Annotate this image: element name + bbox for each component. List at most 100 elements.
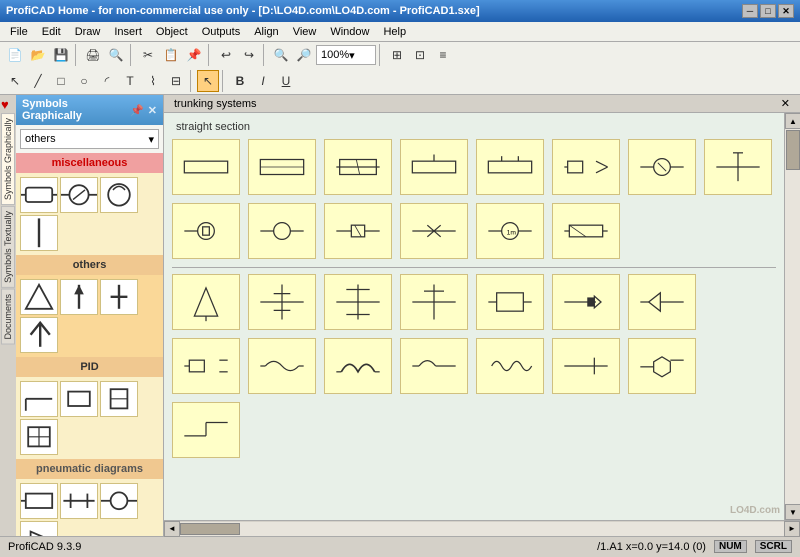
redo-button[interactable]: ↪ xyxy=(238,44,260,66)
line-tool[interactable]: ╱ xyxy=(27,70,49,92)
sym-straight-6[interactable] xyxy=(552,139,620,195)
sym-r4-4[interactable] xyxy=(400,338,468,394)
scroll-down-btn[interactable]: ▼ xyxy=(785,504,800,520)
symbols-textually-tab[interactable]: Symbols Textually xyxy=(1,206,15,288)
scroll-track[interactable] xyxy=(785,129,800,504)
sym-r4-5[interactable] xyxy=(476,338,544,394)
sym-straight-7[interactable] xyxy=(628,139,696,195)
menu-edit[interactable]: Edit xyxy=(36,24,67,40)
sym-item-pneu-4[interactable] xyxy=(20,521,58,536)
category-pid[interactable]: PID xyxy=(16,357,163,377)
h-scroll-thumb[interactable] xyxy=(180,523,240,535)
sym-straight-2[interactable] xyxy=(248,139,316,195)
menu-insert[interactable]: Insert xyxy=(108,24,148,40)
sym-item-others-3[interactable] xyxy=(100,279,138,315)
sym-r2-3[interactable] xyxy=(324,203,392,259)
sym-straight-1[interactable] xyxy=(172,139,240,195)
h-scroll-left-btn[interactable]: ◄ xyxy=(164,521,180,537)
undo-button[interactable]: ↩ xyxy=(215,44,237,66)
sym-item-others-2[interactable] xyxy=(60,279,98,315)
category-pneumatic[interactable]: pneumatic diagrams xyxy=(16,459,163,479)
open-button[interactable]: 📂 xyxy=(27,44,49,66)
canvas-area[interactable]: straight section xyxy=(164,113,784,520)
sym-straight-5[interactable] xyxy=(476,139,544,195)
sym-r3-3[interactable] xyxy=(324,274,392,330)
panel-close-icon[interactable]: ✕ xyxy=(148,104,157,117)
sym-item-misc-4[interactable] xyxy=(20,215,58,251)
sym-r4-3[interactable] xyxy=(324,338,392,394)
bold-button[interactable]: B xyxy=(229,70,251,92)
sym-r5-1[interactable] xyxy=(172,402,240,458)
sym-item-pneu-1[interactable] xyxy=(20,483,58,519)
snap-button[interactable]: ⊡ xyxy=(409,44,431,66)
sym-r3-4[interactable] xyxy=(400,274,468,330)
h-scroll-track[interactable] xyxy=(180,522,784,536)
symbols-graphically-tab[interactable]: Symbols Graphically xyxy=(1,113,15,205)
documents-tab[interactable]: Documents xyxy=(1,289,15,345)
sym-item-pneu-3[interactable] xyxy=(100,483,138,519)
layers-button[interactable]: ≡ xyxy=(432,44,454,66)
sym-item-pid-1[interactable] xyxy=(20,381,58,417)
v-scrollbar[interactable]: ▲ ▼ xyxy=(784,113,800,520)
print-preview[interactable]: 🔍 xyxy=(105,44,127,66)
sym-r3-6[interactable] xyxy=(552,274,620,330)
sym-item-pid-3[interactable] xyxy=(100,381,138,417)
menu-file[interactable]: File xyxy=(4,24,34,40)
menu-draw[interactable]: Draw xyxy=(69,24,107,40)
sym-r2-4[interactable] xyxy=(400,203,468,259)
sym-item-pneu-2[interactable] xyxy=(60,483,98,519)
wire-tool[interactable]: ⌇ xyxy=(142,70,164,92)
underline-button[interactable]: U xyxy=(275,70,297,92)
h-scrollbar[interactable]: ◄ ► xyxy=(164,520,800,536)
sym-r2-2[interactable] xyxy=(248,203,316,259)
menu-help[interactable]: Help xyxy=(377,24,412,40)
sym-item-others-4[interactable] xyxy=(20,317,58,353)
minimize-button[interactable]: ─ xyxy=(742,4,758,18)
sym-r3-5[interactable] xyxy=(476,274,544,330)
italic-button[interactable]: I xyxy=(252,70,274,92)
paste-button[interactable]: 📌 xyxy=(183,44,205,66)
sym-r2-5[interactable]: 1m xyxy=(476,203,544,259)
sym-r4-7[interactable] xyxy=(628,338,696,394)
category-dropdown[interactable]: others ▾ xyxy=(20,129,159,149)
cut-button[interactable]: ✂ xyxy=(137,44,159,66)
sym-r3-1[interactable] xyxy=(172,274,240,330)
select-tool[interactable]: ↖ xyxy=(4,70,26,92)
print-button[interactable]: 🖨 xyxy=(82,44,104,66)
circle-tool[interactable]: ○ xyxy=(73,70,95,92)
sym-r4-2[interactable] xyxy=(248,338,316,394)
rect-tool[interactable]: □ xyxy=(50,70,72,92)
maximize-button[interactable]: □ xyxy=(760,4,776,18)
category-others[interactable]: others xyxy=(16,255,163,275)
sym-r3-7[interactable] xyxy=(628,274,696,330)
save-button[interactable]: 💾 xyxy=(50,44,72,66)
sym-item-pid-2[interactable] xyxy=(60,381,98,417)
menu-object[interactable]: Object xyxy=(150,24,194,40)
menu-view[interactable]: View xyxy=(287,24,323,40)
sym-straight-4[interactable] xyxy=(400,139,468,195)
sym-straight-3[interactable] xyxy=(324,139,392,195)
sym-item-misc-3[interactable] xyxy=(100,177,138,213)
cursor-active[interactable]: ↖ xyxy=(197,70,219,92)
scroll-up-btn[interactable]: ▲ xyxy=(785,113,800,129)
sym-item-pid-4[interactable] xyxy=(20,419,58,455)
pin-icon[interactable]: 📌 xyxy=(130,104,144,117)
close-button[interactable]: ✕ xyxy=(778,4,794,18)
grid-button[interactable]: ⊞ xyxy=(386,44,408,66)
sym-item-misc-1[interactable] xyxy=(20,177,58,213)
sym-item-others-1[interactable] xyxy=(20,279,58,315)
sym-r4-1[interactable] xyxy=(172,338,240,394)
zoom-in[interactable]: 🔍 xyxy=(270,44,292,66)
zoom-level[interactable]: 100%▾ xyxy=(316,45,376,65)
favorites-icon[interactable]: ♥ xyxy=(1,97,15,112)
h-scroll-right-btn[interactable]: ► xyxy=(784,521,800,537)
sym-r2-1[interactable] xyxy=(172,203,240,259)
zoom-out[interactable]: 🔎 xyxy=(293,44,315,66)
menu-align[interactable]: Align xyxy=(248,24,284,40)
arc-tool[interactable]: ◜ xyxy=(96,70,118,92)
sym-r4-6[interactable] xyxy=(552,338,620,394)
bus-tool[interactable]: ⊟ xyxy=(165,70,187,92)
sym-r3-2[interactable] xyxy=(248,274,316,330)
sym-item-misc-2[interactable] xyxy=(60,177,98,213)
sym-r2-6[interactable] xyxy=(552,203,620,259)
